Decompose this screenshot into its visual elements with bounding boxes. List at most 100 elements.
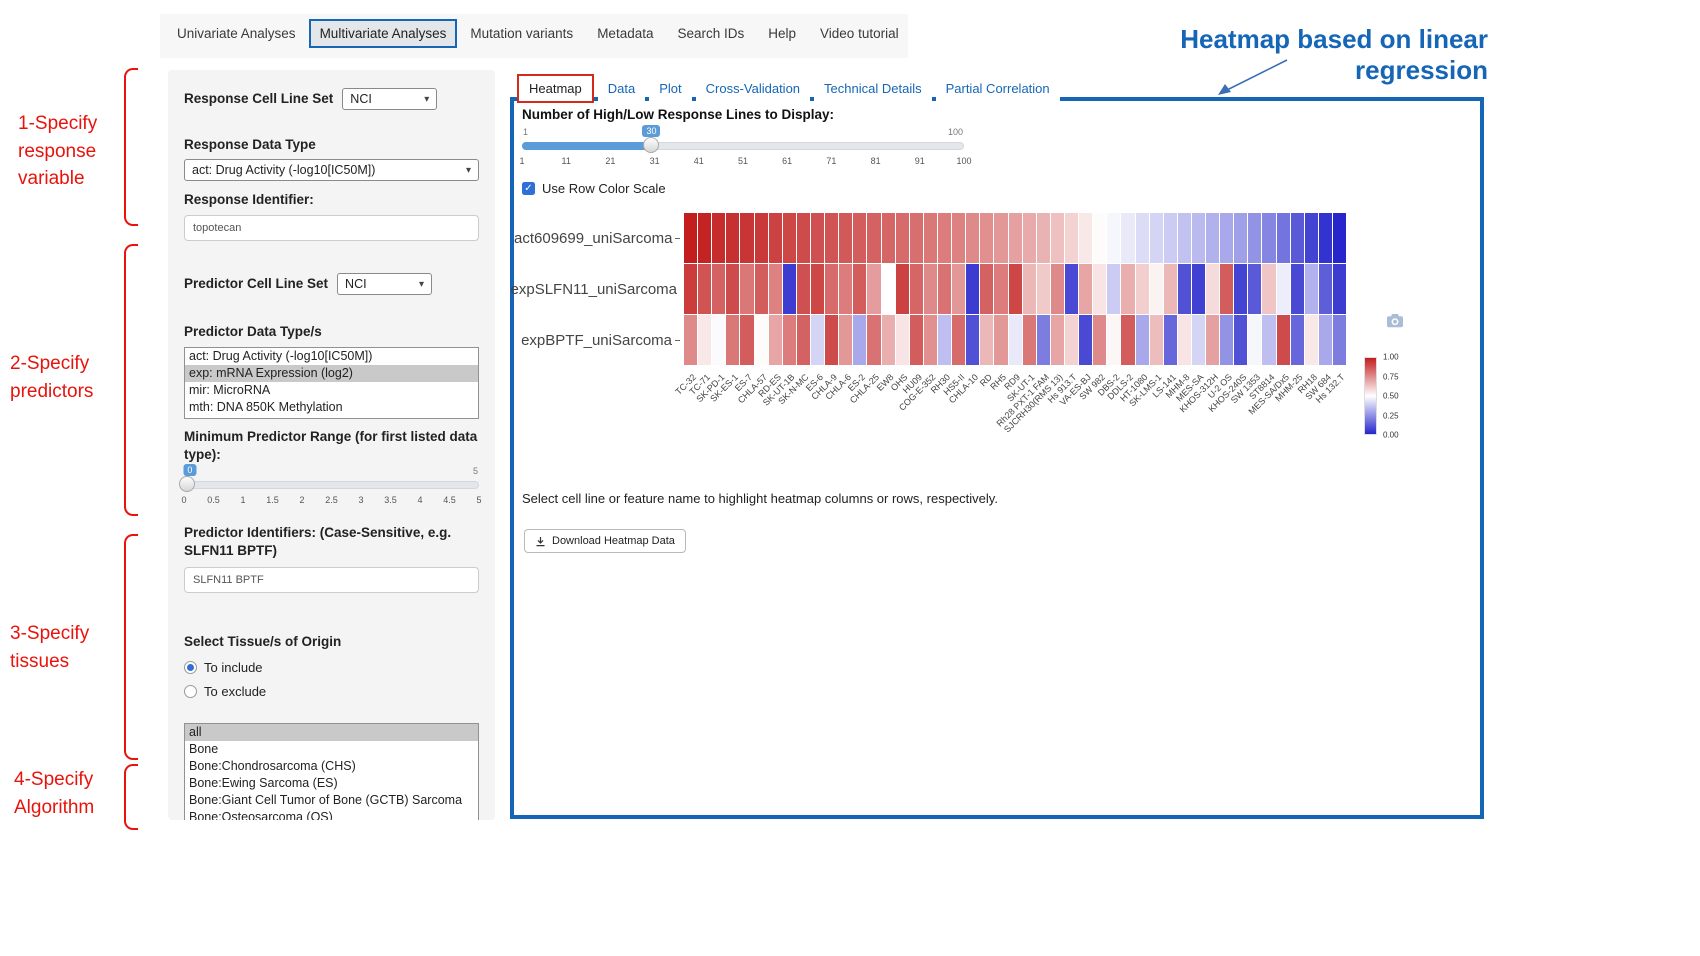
nav-tab-help[interactable]: Help [757,19,807,48]
predictor-cell-line-set-select[interactable]: NCI ▾ [337,273,432,295]
heatmap-cell [712,315,725,365]
heatmap-cell [1291,315,1304,365]
nav-tab-metadata[interactable]: Metadata [586,19,664,48]
result-tabs: HeatmapDataPlotCross-ValidationTechnical… [517,74,1060,103]
heatmap-row-label[interactable]: act609699_uniSarcoma [514,213,680,264]
list-option[interactable]: Bone [185,741,478,758]
heatmap-cell [1150,264,1163,314]
lines-slider-label: Number of High/Low Response Lines to Dis… [522,107,834,122]
nav-tab-video-tutorial[interactable]: Video tutorial [809,19,910,48]
slider-track[interactable] [184,481,479,489]
heatmap-cell [1262,213,1275,263]
slider-value-bubble: 30 [642,125,660,137]
min-predictor-range-slider: 0 5 00.511.522.533.544.55 [184,464,479,510]
slider-tick-label: 2 [299,495,304,505]
list-option[interactable]: Bone:Chondrosarcoma (CHS) [185,758,478,775]
tissue-include-radio-label: To include [204,660,263,675]
download-heatmap-data-button[interactable]: Download Heatmap Data [524,529,686,553]
response-cell-line-set-select[interactable]: NCI ▾ [342,88,437,110]
heatmap-cell [825,315,838,365]
tab-technical-details[interactable]: Technical Details [814,76,932,101]
heatmap-cell [1178,264,1191,314]
slider-tick-label: 100 [956,156,971,166]
heatmap-cell [825,264,838,314]
list-option[interactable]: mir: MicroRNA [185,382,478,399]
response-identifier-input[interactable] [184,215,479,241]
slider-handle[interactable] [179,476,195,492]
heatmap-row-label[interactable]: expSLFN11_uniSarcoma [514,264,680,315]
list-option[interactable]: Bone:Giant Cell Tumor of Bone (GCTB) Sar… [185,792,478,809]
chevron-down-icon: ▾ [424,94,429,105]
step-bracket-4 [124,764,138,830]
heatmap-cell [1220,213,1233,263]
list-option[interactable]: Bone:Ewing Sarcoma (ES) [185,775,478,792]
tab-data[interactable]: Data [598,76,645,101]
slider-tick-label: 41 [694,156,704,166]
list-option[interactable]: exp: mRNA Expression (log2) [185,365,478,382]
heatmap-cell [924,315,937,365]
tissue-exclude-radio[interactable] [184,685,197,698]
colorbar-tick-label: 0.25 [1383,411,1399,420]
heatmap-cell [882,264,895,314]
slider-tick-label: 81 [871,156,881,166]
colorbar-tick-label: 0.75 [1383,372,1399,381]
heatmap-row [684,264,1347,314]
slider-tick-label: 0 [181,495,186,505]
camera-icon[interactable] [1386,313,1404,328]
nav-tab-mutation-variants[interactable]: Mutation variants [459,19,584,48]
heatmap-cell [726,315,739,365]
heatmap-cell [867,315,880,365]
heatmap-cell [1136,264,1149,314]
tissue-listbox[interactable]: allBoneBone:Chondrosarcoma (CHS)Bone:Ewi… [184,723,479,820]
step-label-algorithm: 4-Specify Algorithm [14,766,94,821]
list-option[interactable]: mth: DNA 850K Methylation [185,399,478,416]
heatmap-cell [882,213,895,263]
tab-heatmap[interactable]: Heatmap [517,74,594,103]
download-icon [535,536,546,547]
nav-tab-search-ids[interactable]: Search IDs [666,19,755,48]
row-color-scale-checkbox[interactable] [522,182,535,195]
heatmap-cell [1192,264,1205,314]
heatmap-row-label[interactable]: expBPTF_uniSarcoma [514,315,680,366]
heatmap-cell [980,315,993,365]
heatmap-cell [1051,213,1064,263]
tab-cross-validation[interactable]: Cross-Validation [696,76,810,101]
heatmap-result-panel: Number of High/Low Response Lines to Dis… [510,97,1484,819]
tab-partial-correlation[interactable]: Partial Correlation [936,76,1060,101]
tab-plot[interactable]: Plot [649,76,691,101]
heatmap-row [684,315,1347,365]
heatmap-cell [938,213,951,263]
heatmap-cell [1206,264,1219,314]
heatmap-cell [1178,213,1191,263]
list-option[interactable]: all [185,724,478,741]
chevron-down-icon: ▾ [419,279,424,290]
list-option[interactable]: Bone:Osteosarcoma (OS) [185,809,478,820]
heatmap-cell [1220,315,1233,365]
slider-min-label: 1 [523,127,528,137]
heatmap-cell [910,264,923,314]
slider-tick-label: 21 [605,156,615,166]
slider-handle[interactable] [643,137,659,153]
slider-tick-label: 2.5 [325,495,338,505]
predictor-identifiers-input[interactable] [184,567,479,593]
slider-tick-label: 1 [519,156,524,166]
heatmap-cell [1079,264,1092,314]
min-predictor-range-label: Minimum Predictor Range (for first liste… [184,428,479,464]
heatmap-grid [684,213,1347,366]
heatmap-cell [1121,315,1134,365]
heatmap-cell [938,315,951,365]
heatmap-cell [1164,315,1177,365]
tissue-include-radio[interactable] [184,661,197,674]
nav-tab-univariate-analyses[interactable]: Univariate Analyses [166,19,307,48]
heatmap-cell [1093,264,1106,314]
heatmap-cell [952,264,965,314]
list-option[interactable]: act: Drug Activity (-log10[IC50M]) [185,348,478,365]
nav-tab-multivariate-analyses[interactable]: Multivariate Analyses [309,19,458,48]
chevron-down-icon: ▾ [466,165,471,176]
heatmap-cell [1333,264,1346,314]
heatmap-cell [684,315,697,365]
heatmap-cell [783,264,796,314]
response-data-type-select[interactable]: act: Drug Activity (-log10[IC50M]) ▾ [184,159,479,181]
predictor-data-types-listbox[interactable]: act: Drug Activity (-log10[IC50M])exp: m… [184,347,479,419]
heatmap-cell [1065,315,1078,365]
